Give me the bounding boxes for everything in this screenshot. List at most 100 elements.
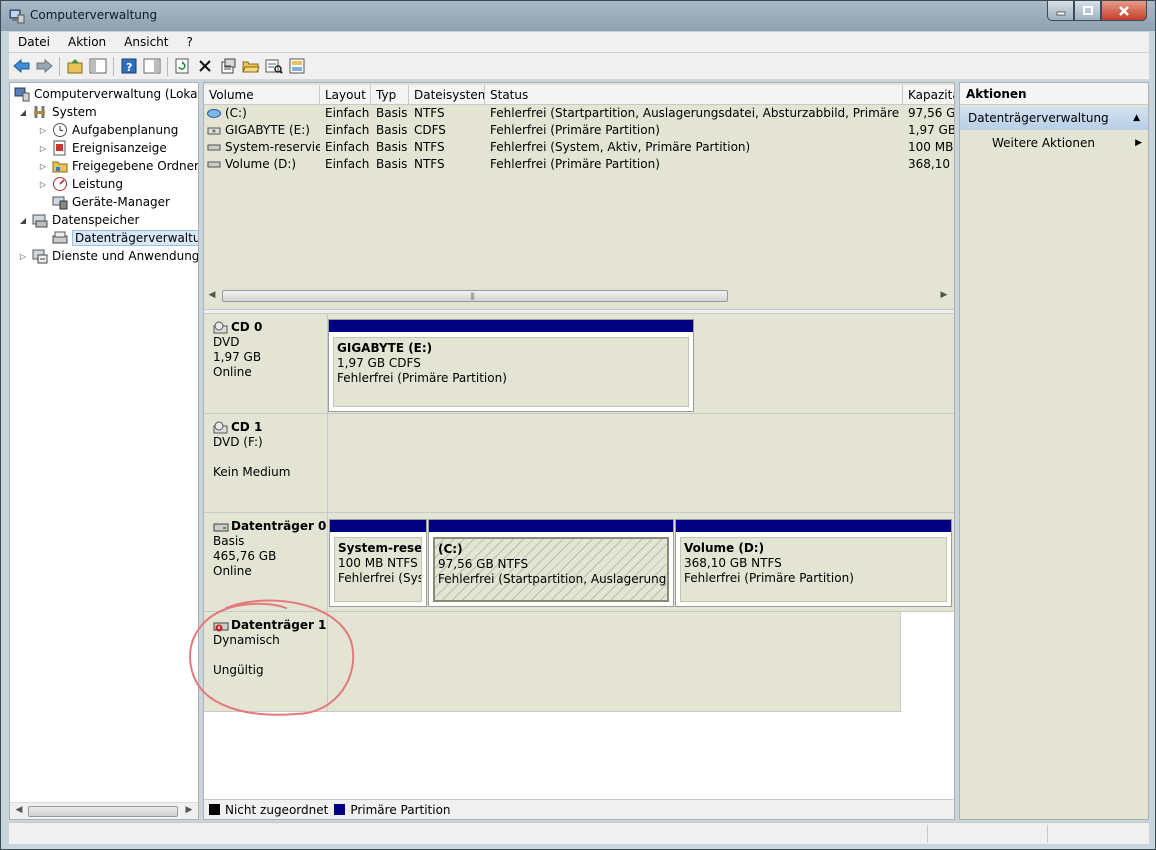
scroll-left-icon[interactable]: ◀	[12, 805, 26, 817]
legend: Nicht zugeordnet Primäre Partition	[204, 799, 954, 819]
cell-typ: Basis	[376, 140, 408, 154]
partition-gigabyte-e[interactable]: GIGABYTE (E:) 1,97 GB CDFS Fehlerfrei (P…	[328, 319, 694, 412]
partition-system-reserved[interactable]: System-reserv 100 MB NTFS Fehlerfrei (Sy…	[329, 519, 427, 607]
column-dateisystem[interactable]: Dateisystem	[409, 85, 485, 105]
disk-info-disk0[interactable]: Datenträger 0 Basis 465,76 GB Online	[204, 513, 328, 611]
expand-icon[interactable]: ▷	[38, 161, 48, 171]
expand-icon[interactable]: ▷	[38, 179, 48, 189]
disk-row-disk1: Datenträger 1 Dynamisch Ungültig	[204, 612, 902, 712]
up-button[interactable]	[66, 57, 84, 75]
scroll-right-icon[interactable]: ▶	[182, 805, 196, 817]
menu-aktion[interactable]: Aktion	[59, 35, 115, 49]
table-row[interactable]: Volume (D:) Einfach Basis NTFS Fehlerfre…	[204, 156, 954, 173]
cell-status: Fehlerfrei (Primäre Partition)	[490, 157, 660, 171]
scrollbar-thumb[interactable]: |||	[222, 290, 728, 302]
cell-status: Fehlerfrei (Startpartition, Auslagerungs…	[490, 106, 903, 120]
column-kapazitaet[interactable]: Kapazität	[903, 85, 954, 105]
settings-button[interactable]	[219, 57, 237, 75]
scroll-right-icon[interactable]: ▶	[938, 290, 950, 300]
tree-item-datentraegerverwaltung[interactable]: Datenträgerverwaltung	[52, 229, 198, 247]
open-button[interactable]	[242, 57, 260, 75]
svg-text:?: ?	[126, 61, 132, 74]
cell-layout: Einfach	[325, 123, 370, 137]
actions-group-datentraegerverwaltung[interactable]: Datenträgerverwaltung ▲	[960, 107, 1148, 130]
delete-button[interactable]	[196, 57, 214, 75]
tree-label: Computerverwaltung (Lokal)	[34, 87, 199, 101]
back-button[interactable]	[13, 57, 31, 75]
expand-icon[interactable]: ▷	[38, 125, 48, 135]
tree-item-root[interactable]: Computerverwaltung (Lokal)	[14, 85, 199, 103]
primary-swatch	[334, 804, 346, 815]
tree-item-geraete-manager[interactable]: Geräte-Manager	[52, 193, 170, 211]
tree-item-system[interactable]: ◢ System	[18, 103, 97, 121]
toolbar: ?	[9, 53, 1149, 80]
maximize-button[interactable]	[1074, 1, 1101, 21]
partition-volume-d[interactable]: Volume (D:) 368,10 GB NTFS Fehlerfrei (P…	[675, 519, 952, 607]
close-icon	[1119, 5, 1129, 16]
cell-dateisystem: NTFS	[414, 106, 445, 120]
scrollbar-thumb[interactable]	[28, 806, 178, 817]
collapse-up-icon[interactable]: ▲	[1133, 107, 1140, 130]
column-status[interactable]: Status	[485, 85, 903, 105]
close-button[interactable]	[1101, 1, 1147, 21]
collapse-icon[interactable]: ◢	[18, 107, 28, 117]
title-bar[interactable]: Computerverwaltung	[1, 1, 1155, 31]
disk-status: Online	[213, 564, 252, 578]
export-button[interactable]	[289, 57, 307, 75]
tree-label: Aufgabenplanung	[72, 123, 179, 137]
volume-list-horizontal-scrollbar[interactable]: ◀ ||| ▶	[204, 287, 954, 304]
column-volume[interactable]: Volume	[204, 85, 320, 105]
partition-name: GIGABYTE (E:)	[337, 341, 433, 355]
refresh-icon	[175, 58, 189, 74]
clock-icon	[53, 123, 67, 137]
delete-icon	[199, 60, 211, 72]
partition-c[interactable]: (C:) 97,56 GB NTFS Fehlerfrei (Startpart…	[428, 519, 674, 607]
tree-item-leistung[interactable]: ▷ Leistung	[38, 175, 123, 193]
minimize-icon	[1056, 11, 1065, 15]
scroll-left-icon[interactable]: ◀	[206, 290, 218, 300]
disk-info-cd1[interactable]: CD 1 DVD (F:) Kein Medium	[204, 414, 328, 512]
menu-datei[interactable]: Datei	[9, 35, 59, 49]
cell-typ: Basis	[376, 123, 408, 137]
tree-item-dienste[interactable]: ▷ Dienste und Anwendungen	[18, 247, 198, 265]
computer-management-icon	[14, 87, 30, 102]
grip-icon: |||	[470, 292, 475, 300]
tree-item-aufgabenplanung[interactable]: ▷ Aufgabenplanung	[38, 121, 178, 139]
forward-button[interactable]	[35, 57, 53, 75]
show-tree-button[interactable]	[89, 57, 107, 75]
partition-size: 368,10 GB NTFS	[684, 556, 782, 570]
refresh-button[interactable]	[173, 57, 191, 75]
up-icon	[67, 59, 83, 74]
actions-pane: Aktionen Datenträgerverwaltung ▲ Weitere…	[959, 82, 1149, 820]
volume-list-header: Volume Layout Typ Dateisystem Status Kap…	[204, 85, 954, 105]
drive-icon	[207, 144, 221, 151]
column-typ[interactable]: Typ	[371, 85, 409, 105]
collapse-icon[interactable]: ◢	[18, 215, 28, 225]
tree-horizontal-scrollbar[interactable]: ◀ ▶	[10, 802, 198, 819]
event-viewer-icon	[53, 140, 66, 156]
menu-ansicht[interactable]: Ansicht	[115, 35, 177, 49]
disk-name: Datenträger 1	[231, 618, 327, 632]
help-button[interactable]: ?	[120, 57, 138, 75]
menu-help[interactable]: ?	[177, 35, 201, 49]
disk-name: Datenträger 0	[231, 519, 327, 533]
disk-info-cd0[interactable]: CD 0 DVD 1,97 GB Online	[204, 314, 328, 413]
tree-item-freigegebene-ordner[interactable]: ▷ Freigegebene Ordner	[38, 157, 198, 175]
table-row[interactable]: GIGABYTE (E:) Einfach Basis CDFS Fehlerf…	[204, 122, 954, 139]
more-actions-item[interactable]: Weitere Aktionen ▶	[992, 134, 1142, 152]
disk-info-disk1[interactable]: Datenträger 1 Dynamisch Ungültig	[204, 612, 328, 711]
column-layout[interactable]: Layout	[320, 85, 371, 105]
tree-item-datenspeicher[interactable]: ◢ Datenspeicher	[18, 211, 139, 229]
drive-icon	[207, 109, 221, 118]
tree-item-ereignisanzeige[interactable]: ▷ Ereignisanzeige	[38, 139, 167, 157]
table-row[interactable]: (C:) Einfach Basis NTFS Fehlerfrei (Star…	[204, 105, 954, 122]
tree-label: System	[52, 105, 97, 119]
properties-button[interactable]	[143, 57, 161, 75]
wizard-button[interactable]	[265, 57, 283, 75]
tree-label: Datenspeicher	[52, 213, 140, 227]
minimize-button[interactable]	[1047, 1, 1074, 21]
expand-icon[interactable]: ▷	[38, 143, 48, 153]
tree-label: Ereignisanzeige	[72, 141, 167, 155]
expand-icon[interactable]: ▷	[18, 251, 28, 261]
table-row[interactable]: System-reserviert Einfach Basis NTFS Feh…	[204, 139, 954, 156]
